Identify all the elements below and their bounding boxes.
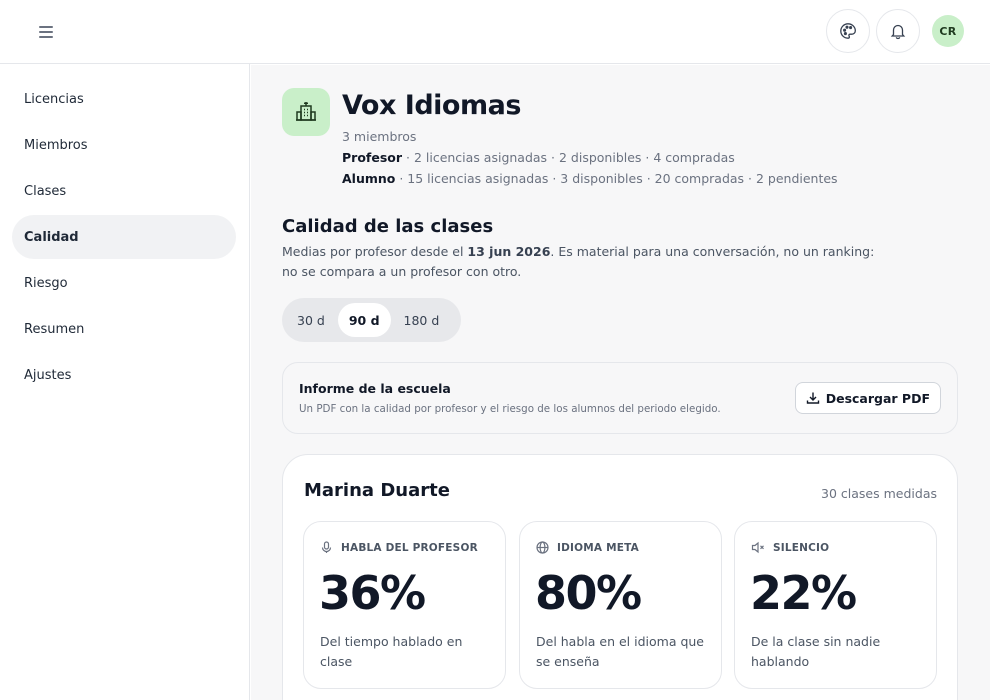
header-actions: CR [826,9,964,53]
metric-description: Del tiempo hablado en clase [320,634,463,669]
role-details: · 15 licencias asignadas · 3 disponibles… [395,171,838,186]
metric-label: IDIOMA META [557,541,639,554]
metric-card-silence: SILENCIO 22% De la clase sin nadie habla… [734,521,937,689]
metric-card-target-language: IDIOMA META 80% Del habla en el idioma q… [519,521,722,689]
speaker-muted-icon [751,541,764,554]
sidebar-item-riesgo[interactable]: Riesgo [12,261,236,305]
sidebar-item-clases[interactable]: Clases [12,169,236,213]
teacher-quality-card: Marina Duarte 30 clases medidas HABLA DE… [282,454,958,700]
bell-icon [890,24,906,40]
member-count: 3 miembros [342,129,417,144]
report-title: Informe de la escuela [299,381,451,396]
organization-name: Vox Idiomas [342,90,521,121]
globe-icon [536,541,549,554]
download-pdf-label: Descargar PDF [825,390,930,406]
download-icon [806,392,819,404]
building-icon [282,88,330,136]
metric-value: 36% [319,566,426,620]
period-90d[interactable]: 90 d [337,303,391,337]
sidebar-item-ajustes[interactable]: Ajustes [12,353,236,397]
role-details: · 2 licencias asignadas · 2 disponibles … [402,150,735,165]
metric-description: Del habla en el idioma que se enseña [536,634,704,669]
sidebar-item-resumen[interactable]: Resumen [12,307,236,351]
organization-header: Vox Idiomas 3 miembros Profesor · 2 lice… [282,88,838,186]
section-description: Medias por profesor desde el 13 jun 2026… [282,244,875,279]
notifications-button[interactable] [876,9,920,53]
metric-label: SILENCIO [773,541,830,554]
license-summary-student: Alumno · 15 licencias asignadas · 3 disp… [342,171,838,186]
top-bar: CR [0,0,990,64]
palette-icon [840,23,856,39]
sidebar-item-calidad[interactable]: Calidad [12,215,236,259]
period-selector: 30 d 90 d 180 d [282,298,461,342]
avatar[interactable]: CR [932,15,964,47]
sidebar: Licencias Miembros Clases Calidad Riesgo… [0,64,250,700]
period-180d[interactable]: 180 d [393,303,451,337]
metric-label: HABLA DEL PROFESOR [341,541,478,554]
license-summary-teacher: Profesor · 2 licencias asignadas · 2 dis… [342,150,838,165]
period-30d[interactable]: 30 d [286,303,336,337]
main-content: Vox Idiomas 3 miembros Profesor · 2 lice… [251,65,990,700]
role-label: Alumno [342,171,396,186]
metric-value: 80% [535,566,642,620]
menu-icon[interactable] [34,20,58,44]
sidebar-item-miembros[interactable]: Miembros [12,123,236,167]
palette-button[interactable] [826,9,870,53]
microphone-icon [321,541,332,553]
classes-measured: 30 clases medidas [821,486,937,501]
download-pdf-button[interactable]: Descargar PDF [794,382,941,414]
report-description: Un PDF con la calidad por profesor y el … [299,403,721,415]
metric-value: 22% [750,566,857,620]
role-label: Profesor [342,150,403,165]
metric-description: De la clase sin nadie hablando [751,634,881,669]
teacher-name: Marina Duarte [304,480,450,501]
section-title: Calidad de las clases [282,216,494,237]
metric-card-teacher-talk: HABLA DEL PROFESOR 36% Del tiempo hablad… [303,521,506,689]
school-report-card: Informe de la escuela Un PDF con la cali… [282,362,958,434]
sidebar-item-licencias[interactable]: Licencias [12,77,236,121]
